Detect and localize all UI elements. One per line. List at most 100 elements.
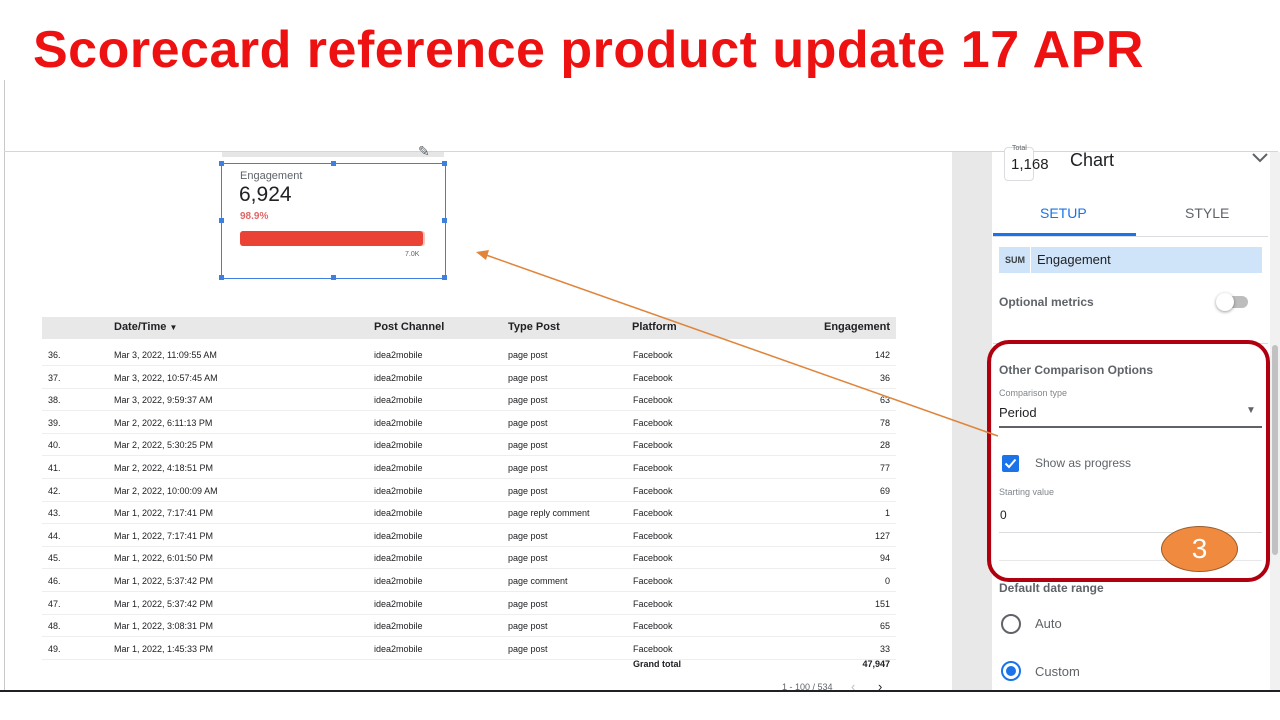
screenshot-frame-left (4, 80, 5, 692)
cell-type-post: page post (508, 643, 548, 654)
row-index: 47. (48, 598, 61, 609)
resize-handle[interactable] (219, 161, 224, 166)
table-row[interactable]: 44. Mar 1, 2022, 7:17:41 PM idea2mobile pag… (42, 525, 896, 547)
cell-post-channel: idea2mobile (374, 530, 423, 541)
cell-post-channel: idea2mobile (374, 350, 423, 360)
cell-type-post: page post (508, 598, 548, 609)
row-index: 44. (48, 530, 61, 541)
cell-engagement: 69 (879, 485, 890, 496)
cell-post-channel: idea2mobile (374, 553, 423, 564)
column-header-type-post[interactable]: Type Post (508, 321, 560, 333)
row-index: 39. (48, 417, 61, 428)
cell-datetime: Mar 3, 2022, 9:59:37 AM (114, 395, 213, 406)
toggle-knob[interactable] (1216, 293, 1234, 311)
cell-type-post: page post (508, 485, 548, 496)
cell-type-post: page post (508, 417, 548, 428)
cell-datetime: Mar 2, 2022, 4:18:51 PM (114, 463, 214, 473)
row-index: 40. (48, 440, 61, 451)
column-header-datetime[interactable]: Date/Time ▼ (114, 321, 177, 333)
cell-datetime: Mar 2, 2022, 10:00:09 AM (114, 485, 218, 496)
table-row[interactable]: 45. Mar 1, 2022, 6:01:50 PM idea2mobile pag… (42, 547, 896, 570)
cell-datetime: Mar 1, 2022, 5:37:42 PM (114, 576, 214, 586)
radio-auto[interactable] (1001, 614, 1021, 634)
default-date-range-label: Default date range (999, 581, 1104, 595)
table-row[interactable]: 41. Mar 2, 2022, 4:18:51 PM idea2mobile pag… (42, 457, 896, 479)
cell-post-channel: idea2mobile (374, 372, 423, 383)
cell-post-channel: idea2mobile (374, 598, 423, 609)
cell-platform: Facebook (633, 463, 673, 473)
cell-engagement: 63 (879, 395, 890, 406)
cell-datetime: Mar 1, 2022, 7:17:41 PM (114, 508, 214, 519)
resize-handle[interactable] (331, 275, 336, 280)
cell-engagement: 94 (879, 553, 890, 564)
column-header-post-channel[interactable]: Post Channel (374, 321, 444, 333)
scorecard-metric-label: Engagement (240, 170, 303, 182)
metric-name[interactable]: Engagement (1037, 252, 1111, 267)
panel-scrollbar-thumb[interactable] (1272, 345, 1278, 555)
cell-platform: Facebook (633, 395, 673, 406)
resize-handle[interactable] (442, 161, 447, 166)
grand-total-label: Grand total (633, 659, 682, 669)
sort-desc-icon[interactable]: ▼ (169, 323, 177, 332)
scorecard-progress-percent: 98.9% (240, 211, 269, 222)
cell-platform: Facebook (633, 508, 673, 519)
cell-type-post: page post (508, 372, 548, 383)
row-index: 45. (48, 553, 61, 564)
resize-handle[interactable] (219, 275, 224, 280)
row-index: 38. (48, 395, 61, 406)
cell-post-channel: idea2mobile (374, 485, 423, 496)
cell-datetime: Mar 1, 2022, 6:01:50 PM (114, 553, 214, 564)
resize-handle[interactable] (219, 218, 224, 223)
resize-handle[interactable] (331, 161, 336, 166)
table-row[interactable]: 49. Mar 1, 2022, 1:45:33 PM idea2mobile pag… (42, 638, 896, 660)
radio-custom-label[interactable]: Custom (1035, 664, 1080, 679)
table-row[interactable]: 36. Mar 3, 2022, 11:09:55 AM idea2mobile pa… (42, 344, 896, 366)
tab-style[interactable]: STYLE (1185, 205, 1229, 221)
radio-auto-label[interactable]: Auto (1035, 616, 1062, 631)
cell-type-post: page post (508, 395, 548, 406)
table-row[interactable]: 46. Mar 1, 2022, 5:37:42 PM idea2mobile pag… (42, 570, 896, 592)
tab-setup[interactable]: SETUP (1040, 205, 1087, 221)
cell-datetime: Mar 3, 2022, 11:09:55 AM (114, 350, 217, 360)
row-index: 48. (48, 621, 61, 632)
cell-platform: Facebook (633, 621, 673, 632)
cell-type-post: page post (508, 553, 548, 564)
cell-platform: Facebook (633, 530, 673, 541)
cell-platform: Facebook (633, 485, 673, 496)
cell-post-channel: idea2mobile (374, 463, 423, 473)
pencil-icon[interactable]: ✎ (418, 143, 430, 160)
table-row[interactable]: 40. Mar 2, 2022, 5:30:25 PM idea2mobile pag… (42, 434, 896, 457)
table-row[interactable]: 37. Mar 3, 2022, 10:57:45 AM idea2mobile pa… (42, 367, 896, 389)
chart-icon-total-label: Total (1012, 145, 1027, 152)
resize-handle[interactable] (442, 275, 447, 280)
table-row[interactable]: 47. Mar 1, 2022, 5:37:42 PM idea2mobile pag… (42, 593, 896, 615)
cell-type-post: page post (508, 530, 548, 541)
table-row[interactable]: 39. Mar 2, 2022, 6:11:13 PM idea2mobile pag… (42, 412, 896, 434)
cell-engagement: 33 (879, 643, 890, 654)
cell-post-channel: idea2mobile (374, 643, 423, 654)
panel-title: Chart (1070, 150, 1115, 170)
table-row[interactable]: 38. Mar 3, 2022, 9:59:37 AM idea2mobile pag… (42, 389, 896, 412)
metric-aggregation[interactable]: SUM (1005, 255, 1025, 265)
cell-type-post: page post (508, 621, 548, 632)
cell-type-post: page comment (508, 576, 568, 586)
cell-engagement: 28 (879, 440, 890, 451)
column-header-engagement[interactable]: Engagement (790, 321, 890, 333)
chart-icon-value: 1,168 (1011, 156, 1049, 173)
cell-engagement: 65 (879, 621, 890, 632)
progress-target-label: 7.0K (405, 251, 420, 258)
cell-datetime: Mar 1, 2022, 5:37:42 PM (114, 598, 214, 609)
resize-handle[interactable] (442, 218, 447, 223)
chevron-down-icon[interactable] (1251, 151, 1269, 169)
table-row[interactable]: 43. Mar 1, 2022, 7:17:41 PM idea2mobile pag… (42, 502, 896, 525)
cell-post-channel: idea2mobile (374, 395, 423, 406)
table-row[interactable]: 42. Mar 2, 2022, 10:00:09 AM idea2mobile pa… (42, 480, 896, 502)
row-index: 36. (48, 350, 61, 360)
table-row[interactable]: 48. Mar 1, 2022, 3:08:31 PM idea2mobile pag… (42, 615, 896, 638)
column-header-platform[interactable]: Platform (632, 321, 677, 333)
cell-post-channel: idea2mobile (374, 440, 423, 451)
tab-divider (993, 236, 1268, 237)
cell-platform: Facebook (633, 372, 673, 383)
cell-engagement: 1 (884, 508, 890, 519)
cell-platform: Facebook (633, 440, 673, 451)
